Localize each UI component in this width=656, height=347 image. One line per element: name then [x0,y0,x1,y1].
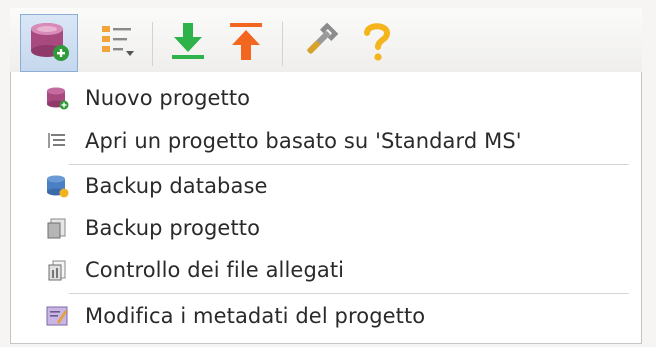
menu-item-backup-project[interactable]: Backup progetto [33,210,623,246]
backup-project-icon [45,216,69,240]
toolbar-separator [152,22,153,66]
menu-item-label: Backup progetto [85,216,261,240]
menu-item-label: Backup database [85,174,268,198]
help-button[interactable] [352,14,402,72]
attachments-check-icon [45,258,69,282]
new-project-database-icon [45,86,69,110]
menu-item-check-attachments[interactable]: Controllo dei file allegati [33,252,623,288]
project-dropdown-menu: Nuovo progetto Apri un progetto basato s… [10,72,642,344]
menu-item-open-template-project[interactable]: Apri un progetto basato su 'Standard MS' [33,123,623,159]
project-menu-button[interactable] [20,14,78,72]
app-window: Nuovo progetto Apri un progetto basato s… [0,0,656,347]
edit-metadata-icon [45,304,69,328]
list-settings-icon [98,21,138,65]
database-add-icon [27,19,71,67]
template-list-icon [45,129,69,153]
menu-separator [69,293,629,294]
menu-item-new-project[interactable]: Nuovo progetto [33,80,623,116]
download-arrow-icon [166,19,210,67]
menu-item-label: Controllo dei file allegati [85,258,345,282]
menu-separator [69,164,629,165]
menu-item-label: Apri un progetto basato su 'Standard MS' [85,129,522,153]
settings-button[interactable] [292,14,348,72]
list-options-button[interactable] [90,14,146,72]
upload-arrow-icon [224,19,268,67]
toolbar [10,8,642,74]
toolbar-separator [282,22,283,66]
help-question-icon [357,19,397,67]
backup-database-icon [45,174,69,198]
wrench-icon [298,19,342,67]
menu-item-edit-metadata[interactable]: Modifica i metadati del progetto [33,298,623,334]
menu-item-backup-database[interactable]: Backup database [33,168,623,204]
menu-item-label: Modifica i metadati del progetto [85,304,426,328]
download-button[interactable] [160,14,216,72]
upload-button[interactable] [218,14,274,72]
menu-item-label: Nuovo progetto [85,86,251,110]
